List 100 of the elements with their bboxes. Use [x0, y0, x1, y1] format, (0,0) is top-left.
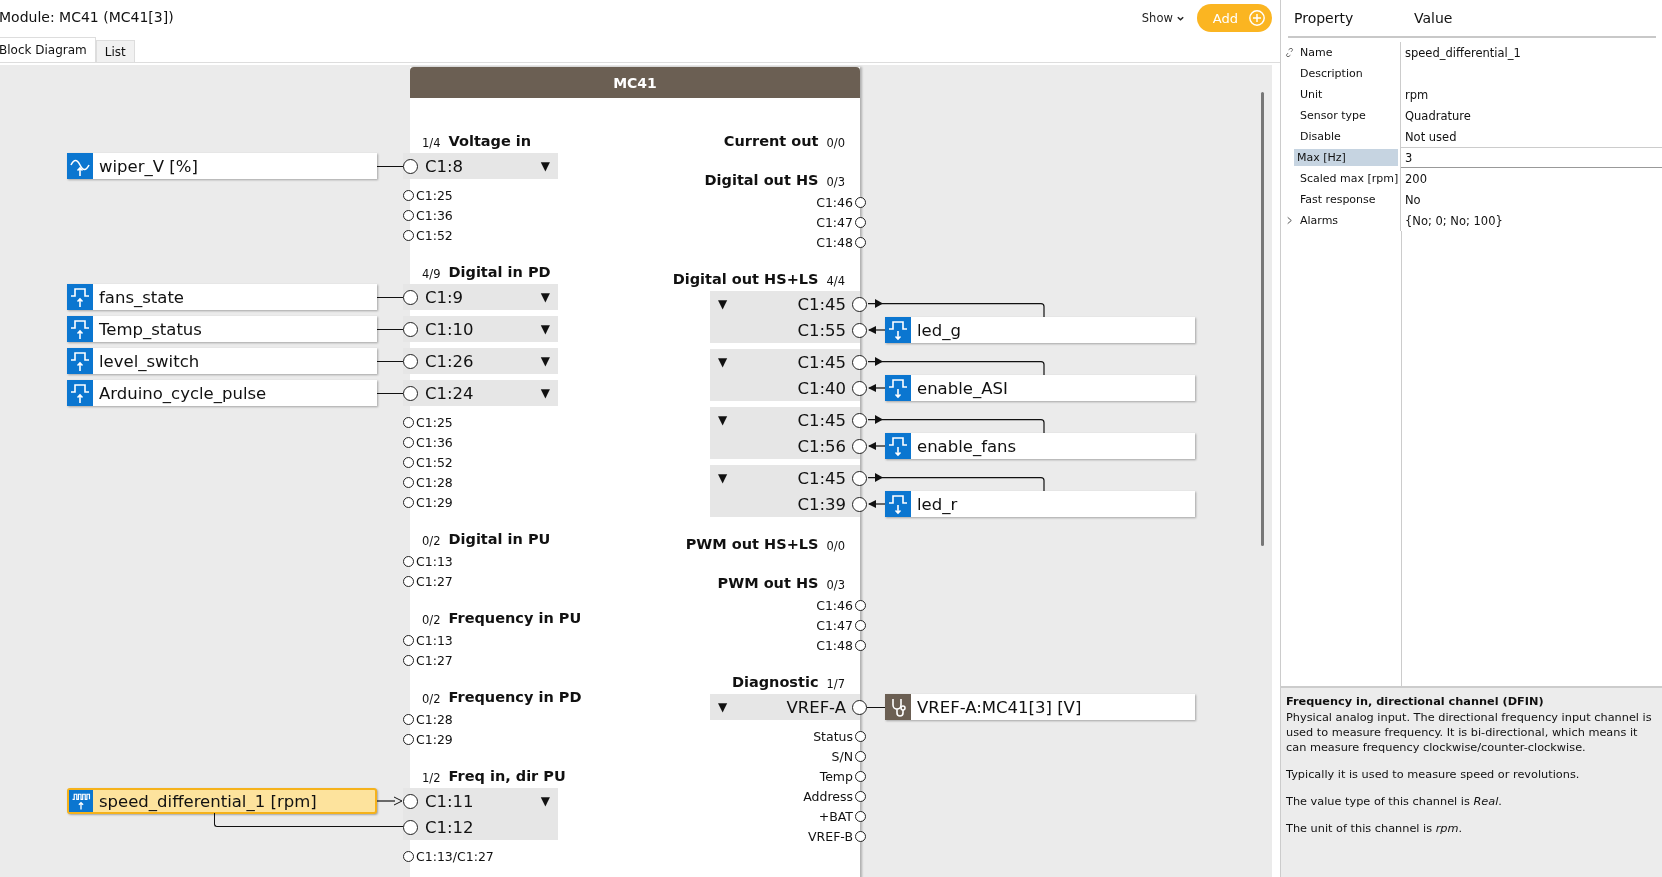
pin-icon[interactable]	[403, 229, 414, 241]
expand-chevron-icon[interactable]	[1285, 216, 1294, 225]
pin-icon[interactable]	[855, 750, 866, 762]
pin-icon[interactable]	[852, 496, 867, 512]
pin-icon[interactable]	[855, 810, 866, 822]
signal-node[interactable]: Arduino_cycle_pulse	[67, 380, 377, 406]
pin-icon[interactable]	[403, 634, 414, 646]
signal-node[interactable]: VREF-A:MC41[3] [V]	[885, 694, 1195, 720]
property-value[interactable]: Quadrature	[1405, 108, 1471, 123]
pin-icon[interactable]	[855, 770, 866, 782]
signal-node[interactable]: speed_differential_1 [rpm]	[67, 788, 377, 814]
pin-icon[interactable]	[403, 456, 414, 468]
property-name[interactable]: Scaled max [rpm]	[1297, 170, 1402, 187]
pin-icon[interactable]	[855, 599, 866, 611]
property-value[interactable]: 200	[1405, 171, 1427, 186]
pin-icon[interactable]	[403, 158, 418, 174]
pin-icon[interactable]	[855, 236, 866, 248]
pin-icon[interactable]	[403, 575, 414, 587]
pin-icon[interactable]	[852, 699, 867, 715]
pin-icon[interactable]	[403, 733, 414, 745]
show-dropdown[interactable]: Show	[1141, 11, 1185, 25]
connector-line	[377, 165, 403, 167]
scrollbar[interactable]	[1261, 92, 1264, 546]
property-name[interactable]: Fast response	[1297, 191, 1400, 208]
signal-node[interactable]: enable_fans	[885, 433, 1195, 459]
signal-node[interactable]: wiper_V [%]	[67, 153, 377, 179]
pin-icon[interactable]	[852, 322, 867, 338]
pin-icon[interactable]	[852, 380, 867, 396]
expand-toggle[interactable]: ▼	[540, 290, 550, 304]
pin-icon[interactable]	[852, 412, 867, 428]
pin-icon[interactable]	[852, 296, 867, 312]
expand-toggle[interactable]: ▼	[718, 413, 728, 427]
pin-icon[interactable]	[403, 713, 414, 725]
pin-icon[interactable]	[403, 496, 414, 508]
pin-icon[interactable]	[855, 730, 866, 742]
pin-icon[interactable]	[855, 639, 866, 651]
column-header[interactable]: Property	[1288, 10, 1408, 26]
property-name[interactable]: Alarms	[1297, 212, 1400, 229]
pin-icon[interactable]	[403, 321, 418, 337]
expand-toggle[interactable]: ▼	[540, 322, 550, 336]
pin-icon[interactable]	[403, 353, 418, 369]
pin-icon[interactable]	[855, 830, 866, 842]
pin-icon[interactable]	[855, 216, 866, 228]
property-value[interactable]: 3	[1405, 150, 1413, 165]
pin-icon[interactable]	[403, 476, 414, 488]
pin-icon[interactable]	[855, 196, 866, 208]
property-name[interactable]: Description	[1297, 65, 1400, 82]
pin-icon[interactable]	[403, 209, 414, 221]
tab[interactable]: List	[95, 40, 135, 62]
expand-toggle[interactable]: ▼	[540, 386, 550, 400]
expand-toggle[interactable]: ▼	[540, 354, 550, 368]
pin-label: C1:9	[425, 287, 464, 307]
pin-label: C1:40	[797, 378, 846, 398]
property-name[interactable]: Disable	[1297, 128, 1400, 145]
pin-icon[interactable]	[403, 555, 414, 567]
pin-icon[interactable]	[855, 790, 866, 802]
pin-icon[interactable]	[403, 289, 418, 305]
property-value[interactable]: rpm	[1405, 87, 1429, 102]
signal-node[interactable]: fans_state	[67, 284, 377, 310]
property-value[interactable]: {No; 0; No; 100}	[1405, 213, 1503, 228]
pin-icon[interactable]	[403, 850, 414, 862]
pin-icon[interactable]	[852, 438, 867, 454]
property-value[interactable]: speed_differential_1	[1405, 45, 1521, 60]
property-name[interactable]: Max [Hz]	[1294, 149, 1398, 166]
signal-node[interactable]: led_r	[885, 491, 1195, 517]
signal-node[interactable]: led_g	[885, 317, 1195, 343]
pin-icon[interactable]	[403, 793, 418, 809]
signal-label: enable_fans	[917, 436, 1017, 456]
property-name[interactable]: Sensor type	[1297, 107, 1400, 124]
pin-label: C1:25	[416, 187, 453, 203]
expand-toggle[interactable]: ▼	[718, 700, 728, 714]
pin-label: C1:8	[425, 156, 464, 176]
description-text: Typically it is used to measure speed or revolutions.	[1286, 767, 1581, 783]
pin-icon[interactable]	[403, 654, 414, 666]
pin-icon[interactable]	[403, 819, 418, 835]
pin-label: C1:45	[797, 294, 846, 314]
property-value[interactable]: Not used	[1405, 129, 1457, 144]
pin-icon[interactable]	[852, 354, 867, 370]
expand-toggle[interactable]: ▼	[718, 355, 728, 369]
signal-label: speed_differential_1 [rpm]	[99, 791, 317, 811]
expand-toggle[interactable]: ▼	[540, 159, 550, 173]
expand-toggle[interactable]: ▼	[718, 297, 728, 311]
pin-icon[interactable]	[855, 619, 866, 631]
signal-node[interactable]: enable_ASI	[885, 375, 1195, 401]
expand-toggle[interactable]: ▼	[540, 794, 550, 808]
pin-icon[interactable]	[403, 385, 418, 401]
pin-icon[interactable]	[403, 416, 414, 428]
signal-node[interactable]: Temp_status	[67, 316, 377, 342]
column-header[interactable]: Value	[1408, 10, 1453, 26]
tab[interactable]: Block Diagram	[0, 37, 96, 62]
channel-count: 0/0	[826, 538, 845, 553]
property-name[interactable]: Name	[1297, 44, 1400, 61]
pin-icon[interactable]	[852, 470, 867, 486]
expand-toggle[interactable]: ▼	[718, 471, 728, 485]
property-name[interactable]: Unit	[1297, 86, 1400, 103]
pin-label: C1:12	[425, 817, 474, 837]
pin-icon[interactable]	[403, 436, 414, 448]
pin-icon[interactable]	[403, 189, 414, 201]
property-value[interactable]: No	[1405, 192, 1421, 207]
signal-node[interactable]: level_switch	[67, 348, 377, 374]
